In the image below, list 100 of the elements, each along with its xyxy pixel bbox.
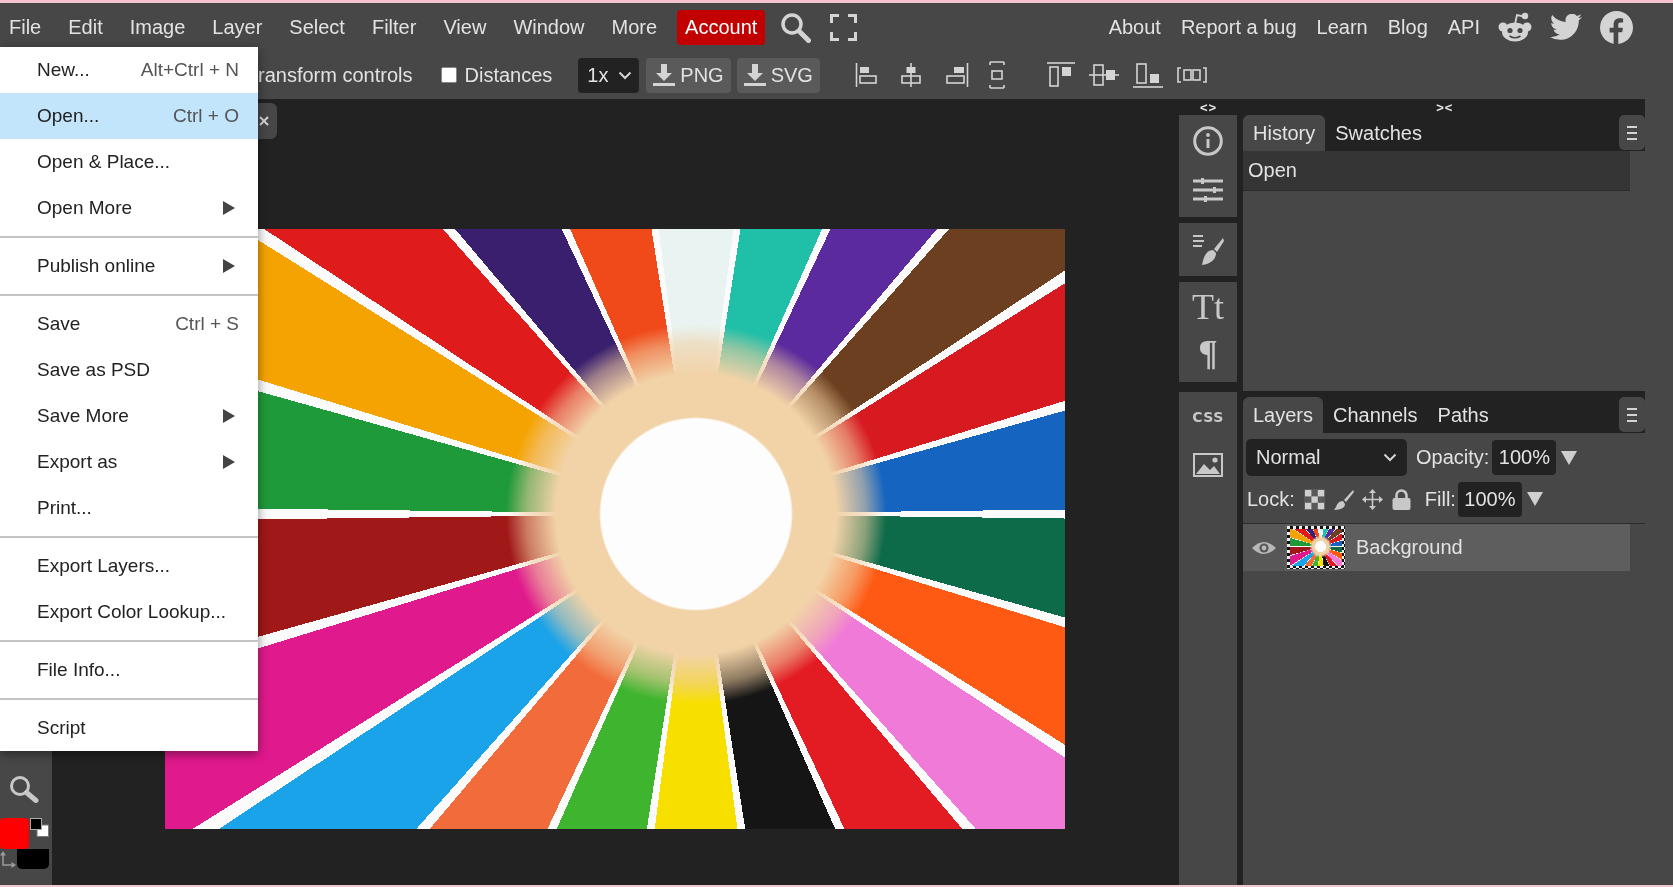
eye-icon[interactable]	[1251, 539, 1277, 556]
nav-link[interactable]: Blog	[1387, 15, 1428, 39]
fullscreen-icon[interactable]	[830, 13, 858, 41]
distribute-vertical-icon[interactable]	[988, 61, 1005, 89]
menu-item[interactable]: New... Alt+Ctrl + N	[0, 47, 258, 93]
panel-tab[interactable]: Channels	[1323, 397, 1428, 433]
menu-item[interactable]: Script	[0, 705, 258, 751]
layer-thumbnail	[1287, 526, 1345, 569]
align-bottom-icon[interactable]	[1132, 62, 1163, 88]
alien-head-icon[interactable]	[1498, 12, 1532, 42]
foreground-color-swatch[interactable]	[0, 818, 29, 849]
menu-item[interactable]: File	[9, 15, 42, 39]
brush-settings-icon[interactable]	[1192, 234, 1224, 265]
menu-icon	[1627, 125, 1637, 140]
menu-item[interactable]: Print...	[0, 485, 258, 531]
download-icon	[743, 64, 766, 86]
document-tab[interactable]	[258, 103, 277, 139]
nav-link[interactable]: About	[1108, 15, 1161, 39]
distances-label: Distances	[464, 63, 553, 87]
layer-row[interactable]: Background	[1243, 524, 1630, 571]
transform-controls-label: ransform controls	[258, 63, 413, 87]
panel-menu-button[interactable]	[1619, 397, 1645, 432]
menu-icon	[1627, 407, 1637, 422]
account-button[interactable]: Account	[677, 9, 766, 45]
css-button[interactable]: CSS	[1192, 409, 1224, 425]
submenu-arrow-icon	[223, 455, 235, 469]
shortcut-text: Alt+Ctrl + N	[140, 59, 239, 81]
align-left-icon[interactable]	[854, 63, 879, 87]
align-center-icon[interactable]	[898, 63, 923, 87]
submenu-arrow-icon	[223, 409, 235, 423]
swap-arrows-icon[interactable]	[0, 851, 16, 869]
menu-item[interactable]: More	[611, 15, 658, 39]
expand-toggle[interactable]: <>	[1200, 99, 1218, 115]
menu-item[interactable]: Save as PSD	[0, 347, 258, 393]
export-button[interactable]: SVG	[736, 57, 820, 93]
menu-item[interactable]: Open & Place...	[0, 139, 258, 185]
f-logo-icon[interactable]	[1600, 10, 1633, 44]
menu-item[interactable]: Window	[513, 15, 585, 39]
opacity-field[interactable]: 100%	[1492, 440, 1557, 475]
bird-icon[interactable]	[1550, 14, 1582, 40]
scale-select[interactable]: 1x	[578, 57, 640, 93]
export-button[interactable]: PNG	[646, 57, 731, 93]
sliders-icon[interactable]	[1193, 178, 1223, 202]
submenu-item[interactable]: Export as	[0, 439, 258, 485]
nav-link[interactable]: Report a bug	[1180, 15, 1297, 39]
move-icon[interactable]	[1361, 488, 1383, 510]
fill-label: Fill:	[1424, 487, 1456, 511]
history-state[interactable]: Open	[1243, 151, 1630, 191]
panel-tab[interactable]: Swatches	[1325, 115, 1432, 151]
lock-icon[interactable]	[1390, 488, 1412, 510]
character-button[interactable]: Tt	[1192, 286, 1224, 328]
distances-checkbox[interactable]	[440, 67, 457, 83]
brush-icon[interactable]	[1332, 488, 1354, 510]
collapse-toggle[interactable]: ><	[1436, 99, 1454, 115]
panel-tab[interactable]: Layers	[1243, 397, 1324, 433]
fill-field[interactable]: 100%	[1457, 481, 1522, 517]
search-icon[interactable]	[780, 11, 812, 43]
submenu-item[interactable]: Save More	[0, 393, 258, 439]
background-color-swatch[interactable]	[17, 849, 49, 869]
submenu-arrow-icon	[223, 201, 235, 215]
chevron-down-icon	[618, 70, 633, 80]
opacity-label: Opacity:	[1416, 446, 1490, 469]
info-icon[interactable]	[1193, 126, 1223, 156]
nav-link[interactable]: Learn	[1316, 15, 1368, 39]
menu-item[interactable]: Save Ctrl + S	[0, 301, 258, 347]
checkerboard-icon[interactable]	[1303, 488, 1325, 510]
chevron-down-icon	[1383, 453, 1397, 462]
lock-label: Lock:	[1247, 487, 1295, 511]
menu-item[interactable]: Layer	[212, 15, 263, 39]
close-icon[interactable]	[259, 116, 269, 126]
default-colors-icon[interactable]	[30, 818, 49, 837]
magnifier-icon[interactable]	[9, 775, 39, 803]
menu-item[interactable]: File Info...	[0, 647, 258, 693]
image-icon[interactable]	[1193, 453, 1223, 477]
blend-mode-select[interactable]: Normal	[1246, 439, 1407, 476]
menu-item[interactable]: Export Color Lookup...	[0, 589, 258, 635]
menu-item[interactable]: Open... Ctrl + O	[0, 93, 258, 139]
shortcut-text: Ctrl + S	[175, 313, 239, 335]
menu-item[interactable]: Select	[289, 15, 345, 39]
panel-tab[interactable]: Paths	[1427, 397, 1499, 433]
menu-item[interactable]: Image	[129, 15, 186, 39]
caret-down-icon[interactable]	[1526, 492, 1543, 506]
submenu-item[interactable]: Publish online	[0, 243, 258, 289]
menu-item[interactable]: Export Layers...	[0, 543, 258, 589]
paragraph-button[interactable]: ¶	[1198, 332, 1218, 374]
distribute-horizontal-icon[interactable]	[1176, 67, 1207, 83]
layer-name: Background	[1356, 536, 1463, 559]
caret-down-icon[interactable]	[1561, 450, 1578, 465]
download-icon	[653, 64, 676, 86]
visibility-toggle[interactable]	[1243, 524, 1285, 571]
submenu-arrow-icon	[223, 259, 235, 273]
panel-tab[interactable]: History	[1243, 115, 1326, 151]
submenu-item[interactable]: Open More	[0, 185, 258, 231]
align-top-icon[interactable]	[1046, 62, 1075, 88]
menu-item[interactable]: Filter	[371, 15, 417, 39]
menu-item[interactable]: View	[443, 15, 487, 39]
nav-link[interactable]: API	[1447, 15, 1480, 39]
align-middle-icon[interactable]	[1088, 62, 1119, 88]
menu-item[interactable]: Edit	[68, 15, 103, 39]
panel-menu-button[interactable]	[1619, 115, 1645, 150]
